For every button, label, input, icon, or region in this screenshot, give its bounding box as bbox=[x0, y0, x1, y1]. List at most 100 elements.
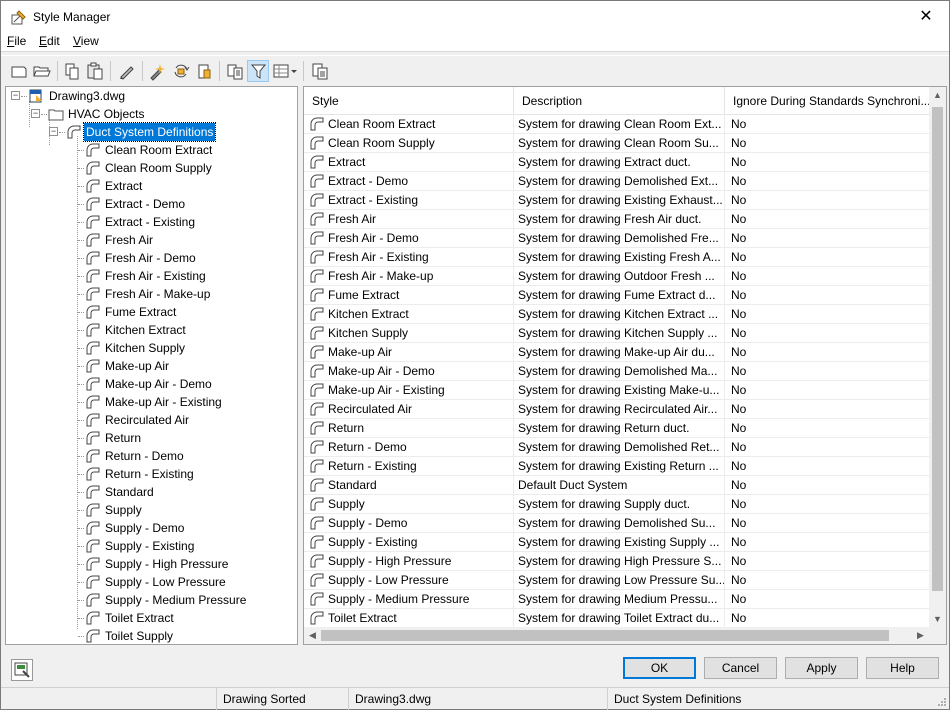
synchronize-icon[interactable] bbox=[170, 60, 192, 82]
table-row[interactable]: Supply - Demo System for drawing Demolish… bbox=[304, 514, 929, 533]
tree-node-category[interactable]: − HVAC Objects bbox=[6, 105, 296, 123]
tree-node-drawing[interactable]: − Drawing3.dwg bbox=[6, 87, 296, 105]
table-row[interactable]: Extract System for drawing Extract duct. N… bbox=[304, 153, 929, 172]
tree-item[interactable]: Supply - Low Pressure bbox=[6, 573, 296, 591]
purge-styles-button[interactable] bbox=[147, 60, 169, 82]
tree-node-definitions[interactable]: − Duct System Definitions bbox=[6, 122, 296, 142]
table-row[interactable]: Extract - Demo System for drawing Demolis… bbox=[304, 172, 929, 191]
tree-item[interactable]: Fresh Air - Demo bbox=[6, 249, 296, 267]
paste-button[interactable] bbox=[84, 60, 106, 82]
inquiry-icon[interactable] bbox=[309, 60, 331, 82]
style-list[interactable]: Style Description Ignore During Standard… bbox=[303, 86, 947, 645]
table-row[interactable]: Fresh Air - Demo System for drawing Demol… bbox=[304, 229, 929, 248]
resize-grip-icon[interactable] bbox=[937, 697, 947, 707]
standards-button[interactable] bbox=[193, 60, 215, 82]
new-drawing-icon[interactable] bbox=[8, 60, 30, 82]
tree-item[interactable]: Fresh Air - Existing bbox=[6, 267, 296, 285]
scroll-down-icon[interactable]: ▼ bbox=[929, 611, 946, 628]
table-row[interactable]: Recirculated Air System for drawing Recir… bbox=[304, 400, 929, 419]
table-row[interactable]: Supply System for drawing Supply duct. No bbox=[304, 495, 929, 514]
tree-item[interactable]: Fresh Air - Make-up bbox=[6, 285, 296, 303]
tree-item[interactable]: Extract - Demo bbox=[6, 195, 296, 213]
table-row[interactable]: Supply - High Pressure System for drawing… bbox=[304, 552, 929, 571]
apply-button[interactable]: Apply bbox=[785, 657, 858, 679]
column-header-description[interactable]: Description bbox=[514, 87, 725, 115]
synchronize-button[interactable] bbox=[170, 60, 192, 82]
style-tree[interactable]: − Drawing3.dwg − HVAC Objects − Duct Sys bbox=[5, 86, 298, 645]
preview-icon[interactable] bbox=[12, 660, 32, 680]
tree-item[interactable]: Kitchen Extract bbox=[6, 321, 296, 339]
pane-splitter[interactable] bbox=[298, 86, 301, 645]
edit-style-button[interactable] bbox=[116, 60, 138, 82]
open-drawing-icon[interactable] bbox=[31, 60, 53, 82]
table-row[interactable]: Toilet Extract System for drawing Toilet … bbox=[304, 609, 929, 628]
tree-item[interactable]: Kitchen Supply bbox=[6, 339, 296, 357]
tree-item[interactable]: Clean Room Supply bbox=[6, 159, 296, 177]
filter-button[interactable] bbox=[247, 60, 269, 82]
edit-style-icon[interactable] bbox=[116, 60, 138, 82]
tree-item[interactable]: Supply bbox=[6, 501, 296, 519]
tree-item[interactable]: Return - Existing bbox=[6, 465, 296, 483]
tree-item[interactable]: Fume Extract bbox=[6, 303, 296, 321]
table-row[interactable]: Fresh Air - Make-up System for drawing Ou… bbox=[304, 267, 929, 286]
tree-item[interactable]: Supply - Medium Pressure bbox=[6, 591, 296, 609]
table-row[interactable]: Return System for drawing Return duct. No bbox=[304, 419, 929, 438]
purge-styles-icon[interactable] bbox=[147, 60, 169, 82]
paste-icon[interactable] bbox=[84, 60, 106, 82]
filter-icon[interactable] bbox=[248, 61, 270, 83]
tree-item[interactable]: Standard bbox=[6, 483, 296, 501]
cancel-button[interactable]: Cancel bbox=[704, 657, 777, 679]
menu-file[interactable]: File bbox=[7, 34, 26, 48]
tree-item[interactable]: Extract bbox=[6, 177, 296, 195]
table-row[interactable]: Clean Room Supply System for drawing Clea… bbox=[304, 134, 929, 153]
tree-item[interactable]: Make-up Air bbox=[6, 357, 296, 375]
open-drawing-button[interactable] bbox=[31, 60, 53, 82]
collapse-icon[interactable]: − bbox=[49, 127, 58, 136]
table-row[interactable]: Fume Extract System for drawing Fume Extr… bbox=[304, 286, 929, 305]
copy-icon[interactable] bbox=[61, 60, 83, 82]
tree-item[interactable]: Extract - Existing bbox=[6, 213, 296, 231]
tree-item[interactable]: Clean Room Extract bbox=[6, 141, 296, 159]
ok-button[interactable]: OK bbox=[623, 657, 696, 679]
collapse-icon[interactable]: − bbox=[31, 109, 40, 118]
table-row[interactable]: Return - Existing System for drawing Exis… bbox=[304, 457, 929, 476]
vertical-scrollbar[interactable]: ▲ ▼ bbox=[929, 87, 946, 628]
table-row[interactable]: Kitchen Supply System for drawing Kitchen… bbox=[304, 324, 929, 343]
column-header-style[interactable]: Style bbox=[304, 87, 514, 115]
view-mode-icon[interactable] bbox=[271, 60, 299, 82]
toggle-view-button[interactable] bbox=[224, 60, 246, 82]
tree-item[interactable]: Make-up Air - Demo bbox=[6, 375, 296, 393]
table-row[interactable]: Make-up Air System for drawing Make-up Ai… bbox=[304, 343, 929, 362]
table-row[interactable]: Supply - Medium Pressure System for drawi… bbox=[304, 590, 929, 609]
close-icon[interactable]: ✕ bbox=[919, 8, 932, 25]
help-button[interactable]: Help bbox=[866, 657, 939, 679]
toggle-view-icon[interactable] bbox=[224, 60, 246, 82]
tree-item[interactable]: Toilet Supply bbox=[6, 627, 296, 644]
menu-edit[interactable]: Edit bbox=[39, 34, 60, 48]
column-header-ignore[interactable]: Ignore During Standards Synchroni... bbox=[725, 87, 929, 115]
table-row[interactable]: Return - Demo System for drawing Demolish… bbox=[304, 438, 929, 457]
tree-item[interactable]: Return bbox=[6, 429, 296, 447]
view-mode-button[interactable] bbox=[271, 60, 299, 82]
table-row[interactable]: Make-up Air - Demo System for drawing Dem… bbox=[304, 362, 929, 381]
table-row[interactable]: Kitchen Extract System for drawing Kitche… bbox=[304, 305, 929, 324]
inquiry-button[interactable] bbox=[309, 60, 331, 82]
tree-item[interactable]: Supply - Demo bbox=[6, 519, 296, 537]
horizontal-scroll-thumb[interactable] bbox=[321, 630, 889, 641]
tree-item[interactable]: Recirculated Air bbox=[6, 411, 296, 429]
tree-item[interactable]: Return - Demo bbox=[6, 447, 296, 465]
copy-button[interactable] bbox=[61, 60, 83, 82]
table-row[interactable]: Clean Room Extract System for drawing Cle… bbox=[304, 115, 929, 134]
horizontal-scrollbar[interactable]: ◀ ▶ bbox=[304, 627, 929, 644]
vertical-scroll-thumb[interactable] bbox=[932, 107, 943, 591]
table-row[interactable]: Supply - Existing System for drawing Exis… bbox=[304, 533, 929, 552]
tree-item[interactable]: Fresh Air bbox=[6, 231, 296, 249]
menu-view[interactable]: View bbox=[73, 34, 99, 48]
scroll-left-icon[interactable]: ◀ bbox=[304, 627, 321, 644]
scroll-up-icon[interactable]: ▲ bbox=[929, 87, 946, 104]
table-row[interactable]: Supply - Low Pressure System for drawing … bbox=[304, 571, 929, 590]
collapse-icon[interactable]: − bbox=[11, 91, 20, 100]
tree-item[interactable]: Toilet Extract bbox=[6, 609, 296, 627]
standards-icon[interactable] bbox=[193, 60, 215, 82]
table-row[interactable]: Standard Default Duct System No bbox=[304, 476, 929, 495]
